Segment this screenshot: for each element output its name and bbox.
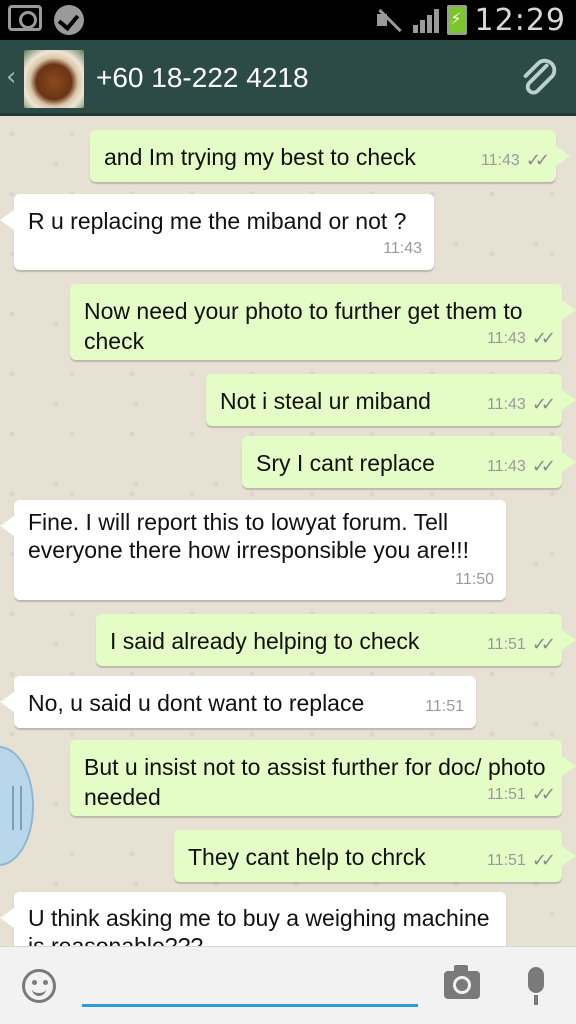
side-drawer-handle[interactable] — [0, 746, 34, 866]
message-text: U think asking me to buy a weighing mach… — [28, 905, 490, 946]
compose-bar — [0, 946, 576, 1024]
message-time: 11:43 — [383, 240, 422, 257]
message-text: They cant help to chrck — [188, 844, 426, 870]
message-time: 11:51 — [486, 852, 526, 869]
message-time: 11:43 — [486, 458, 526, 475]
message-bubble-incoming[interactable]: U think asking me to buy a weighing mach… — [0, 892, 506, 946]
message-time: 11:43 — [486, 330, 526, 347]
microphone-icon[interactable] — [528, 967, 544, 1005]
paperclip-icon[interactable] — [516, 54, 562, 100]
double-check-icon: ✓✓ — [531, 784, 556, 805]
avatar[interactable] — [24, 50, 84, 108]
message-text: I said already helping to check — [110, 628, 420, 654]
message-bubble-outgoing[interactable]: But u insist not to assist further for d… — [70, 740, 576, 816]
double-check-icon: ✓✓ — [531, 634, 556, 655]
message-bubble-outgoing[interactable]: I said already helping to check 11:51 ✓✓ — [96, 614, 576, 666]
message-bubble-outgoing[interactable]: and Im trying my best to check 11:43 ✓✓ — [90, 130, 570, 182]
message-time: 11:51 — [486, 636, 526, 653]
double-check-icon: ✓✓ — [525, 150, 550, 171]
message-bubble-incoming[interactable]: No, u said u dont want to replace 11:51 — [0, 676, 476, 728]
message-time: 11:50 — [455, 571, 494, 588]
message-time: 11:51 — [425, 698, 464, 715]
message-text: Not i steal ur miband — [220, 388, 431, 414]
smiley-icon[interactable] — [22, 969, 56, 1003]
double-check-icon: ✓✓ — [531, 456, 556, 477]
mute-icon — [373, 6, 405, 34]
message-text: Sry I cant replace — [256, 450, 435, 476]
message-time: 11:43 — [480, 152, 520, 169]
double-check-icon: ✓✓ — [531, 328, 556, 349]
message-list[interactable]: and Im trying my best to check 11:43 ✓✓ R… — [0, 116, 576, 946]
contact-name[interactable]: +60 18-222 4218 — [96, 62, 309, 94]
message-time: 11:51 — [486, 786, 526, 803]
message-bubble-outgoing[interactable]: They cant help to chrck 11:51 ✓✓ — [174, 830, 576, 882]
clock: 12:29 — [474, 2, 566, 38]
message-input[interactable] — [82, 961, 418, 1007]
message-bubble-incoming[interactable]: Fine. I will report this to lowyat forum… — [0, 500, 506, 600]
status-bar: 12:29 — [0, 0, 576, 40]
chat-header: ‹ +60 18-222 4218 — [0, 40, 576, 116]
camera-icon — [8, 5, 42, 31]
message-text: and Im trying my best to check — [104, 144, 416, 170]
message-bubble-outgoing[interactable]: Sry I cant replace 11:43 ✓✓ — [242, 436, 576, 488]
double-check-icon: ✓✓ — [531, 850, 556, 871]
message-text: R u replacing me the miband or not ? — [28, 208, 407, 234]
message-bubble-incoming[interactable]: R u replacing me the miband or not ? 11:… — [0, 194, 434, 270]
message-text: But u insist not to assist further for d… — [84, 754, 546, 810]
battery-charging-icon — [446, 5, 467, 35]
check-badge-icon — [54, 5, 84, 35]
message-text: Fine. I will report this to lowyat forum… — [28, 509, 470, 563]
message-bubble-outgoing[interactable]: Not i steal ur miband 11:43 ✓✓ — [206, 374, 576, 426]
chevron-left-icon[interactable]: ‹ — [6, 62, 16, 92]
message-bubble-outgoing[interactable]: Now need your photo to further get them … — [70, 284, 576, 360]
message-text: No, u said u dont want to replace — [28, 690, 365, 716]
double-check-icon: ✓✓ — [531, 394, 556, 415]
signal-icon — [412, 7, 439, 33]
camera-icon[interactable] — [444, 965, 480, 999]
message-text: Now need your photo to further get them … — [84, 298, 523, 354]
message-time: 11:43 — [486, 396, 526, 413]
